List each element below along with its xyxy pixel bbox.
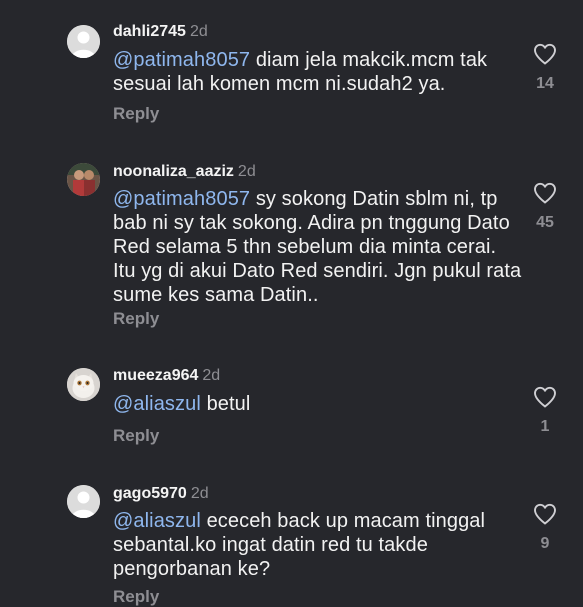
like-count: 14 xyxy=(536,75,554,92)
like-count: 1 xyxy=(540,418,550,435)
reply-button[interactable]: Reply xyxy=(113,104,159,124)
photo-avatar-icon xyxy=(67,163,100,196)
mention-link[interactable]: @patimah8057 xyxy=(113,49,250,71)
cat-photo-avatar-icon xyxy=(67,368,100,401)
timestamp: 2d xyxy=(189,23,208,40)
reply-button[interactable]: Reply xyxy=(113,309,159,329)
avatar[interactable] xyxy=(67,25,100,58)
mention-link[interactable]: @aliaszul xyxy=(113,393,201,415)
avatar[interactable] xyxy=(67,163,100,196)
like-button[interactable]: 14 xyxy=(529,43,561,93)
username[interactable]: dahli2745 xyxy=(113,23,186,40)
comment-header: mueeza964 2d xyxy=(113,366,220,386)
heart-outline-icon xyxy=(534,503,556,525)
like-count: 45 xyxy=(536,214,554,231)
username[interactable]: noonaliza_aaziz xyxy=(113,163,234,180)
comment-header: noonaliza_aaziz 2d xyxy=(113,162,256,182)
comment-text: @aliaszul betul xyxy=(113,392,523,416)
like-button[interactable]: 1 xyxy=(529,386,561,436)
like-count: 9 xyxy=(540,535,550,552)
comment-text: @patimah8057 diam jela makcik.mcm tak se… xyxy=(113,48,523,96)
like-button[interactable]: 45 xyxy=(529,182,561,232)
comment-body: betul xyxy=(200,393,251,415)
default-avatar-icon xyxy=(67,485,100,518)
mention-link[interactable]: @aliaszul xyxy=(113,510,201,532)
heart-outline-icon xyxy=(534,386,556,408)
username[interactable]: mueeza964 xyxy=(113,367,198,384)
timestamp: 2d xyxy=(190,485,209,502)
comment-header: dahli2745 2d xyxy=(113,22,208,42)
timestamp: 2d xyxy=(237,163,256,180)
default-avatar-icon xyxy=(67,25,100,58)
username[interactable]: gago5970 xyxy=(113,485,187,502)
comment-text: @aliaszul ececeh back up macam tinggal s… xyxy=(113,509,523,581)
reply-button[interactable]: Reply xyxy=(113,426,159,446)
reply-button[interactable]: Reply xyxy=(113,587,159,607)
heart-outline-icon xyxy=(534,43,556,65)
comment-header: gago5970 2d xyxy=(113,484,209,504)
comment-text: @patimah8057 sy sokong Datin sblm ni, tp… xyxy=(113,187,523,307)
timestamp: 2d xyxy=(202,367,221,384)
mention-link[interactable]: @patimah8057 xyxy=(113,188,250,210)
avatar[interactable] xyxy=(67,368,100,401)
heart-outline-icon xyxy=(534,182,556,204)
avatar[interactable] xyxy=(67,485,100,518)
like-button[interactable]: 9 xyxy=(529,503,561,553)
